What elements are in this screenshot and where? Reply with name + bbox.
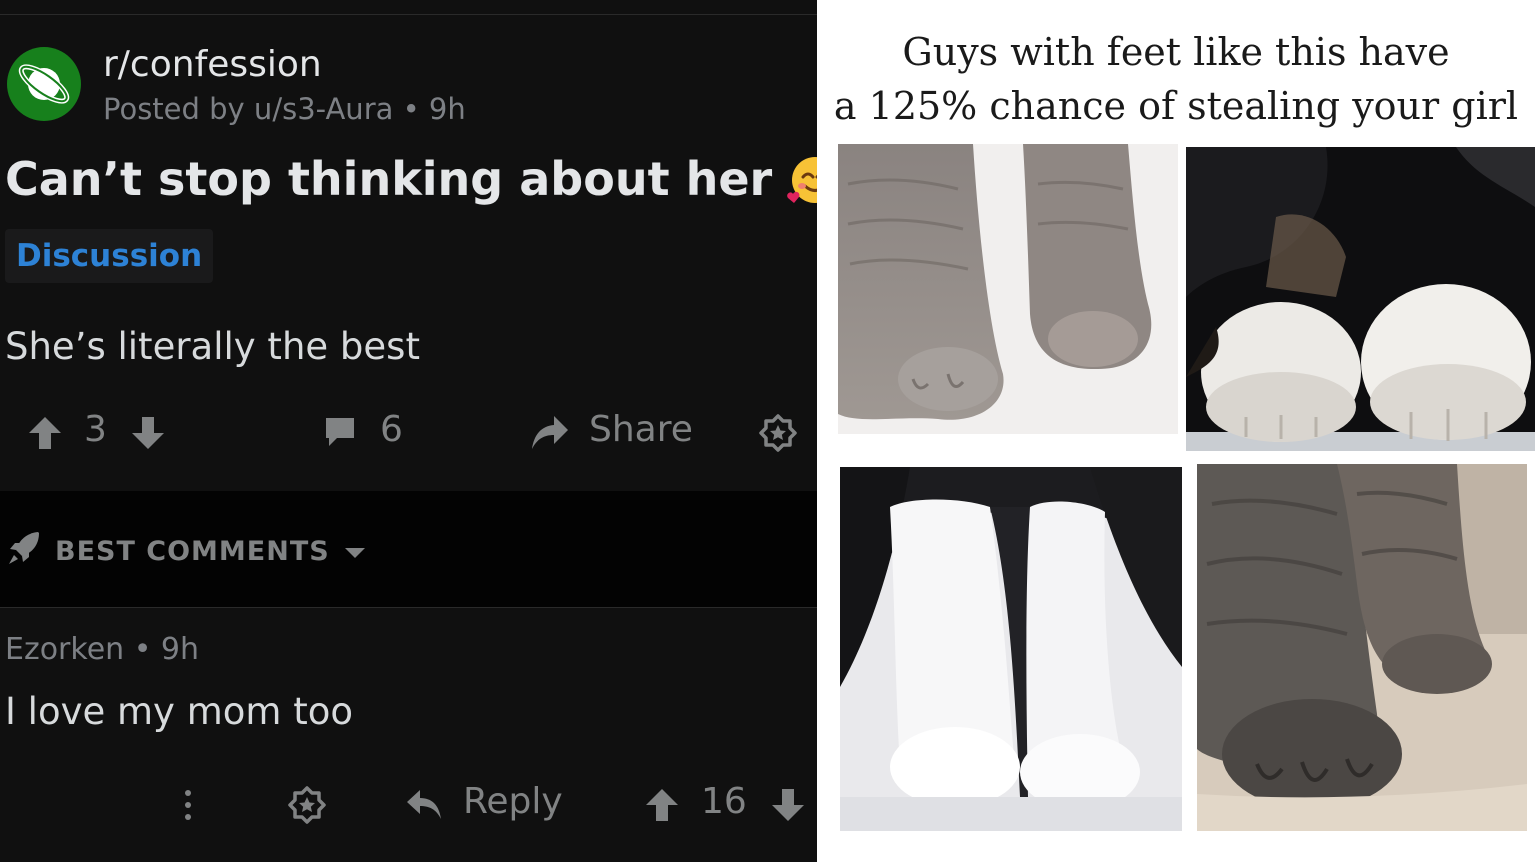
rocket-icon <box>7 530 41 573</box>
meme-panel: Guys with feet like this have a 125% cha… <box>817 0 1535 862</box>
downvote-icon[interactable] <box>131 415 165 451</box>
meme-caption-line: Guys with feet like this have <box>902 30 1450 74</box>
meme-caption-line: a 125% chance of stealing your girl <box>833 84 1519 128</box>
reply-icon[interactable] <box>405 787 443 823</box>
post-vote-count: 3 <box>84 409 107 450</box>
reply-button[interactable]: Reply <box>463 781 563 822</box>
subreddit-planet-icon[interactable] <box>7 47 81 121</box>
upvote-icon[interactable] <box>28 415 62 451</box>
award-icon[interactable] <box>758 413 798 453</box>
share-icon[interactable] <box>530 413 570 451</box>
reddit-post-panel: r/confession Posted by u/s3-Aura • 9h Ca… <box>0 0 839 862</box>
comment-icon[interactable] <box>323 415 357 449</box>
divider <box>0 607 817 608</box>
share-button[interactable]: Share <box>589 409 693 450</box>
sort-label: BEST COMMENTS <box>55 536 330 567</box>
grey-cat-paws-image <box>838 144 1178 434</box>
upvote-icon[interactable] <box>645 787 679 823</box>
caret-down-icon <box>344 536 366 567</box>
white-cat-paws-image <box>1186 147 1535 451</box>
award-icon[interactable] <box>287 785 327 825</box>
more-options-icon[interactable] <box>180 787 196 823</box>
sort-dropdown[interactable]: BEST COMMENTS <box>7 530 366 573</box>
comment-body: I love my mom too <box>5 690 353 733</box>
post-flair[interactable]: Discussion <box>5 229 214 283</box>
black-and-white-cat-legs-image <box>840 467 1182 831</box>
downvote-icon[interactable] <box>771 787 805 823</box>
tabby-cat-paw-image <box>1197 464 1527 831</box>
post-actions: 3 6 Share <box>0 405 817 463</box>
post-meta: Posted by u/s3-Aura • 9h <box>103 92 466 126</box>
meme-caption: Guys with feet like this have a 125% cha… <box>817 25 1535 133</box>
post-title-text: Can’t stop thinking about her <box>5 152 773 206</box>
divider <box>0 14 817 15</box>
post-title[interactable]: Can’t stop thinking about her <box>5 150 844 208</box>
comment-count[interactable]: 6 <box>380 409 403 450</box>
subreddit-name[interactable]: r/confession <box>103 44 322 85</box>
post-body: She’s literally the best <box>5 325 420 368</box>
comment-vote-count: 16 <box>701 781 747 822</box>
comment-meta: Ezorken • 9h <box>5 632 200 667</box>
comment-actions: Reply 16 <box>0 775 817 835</box>
